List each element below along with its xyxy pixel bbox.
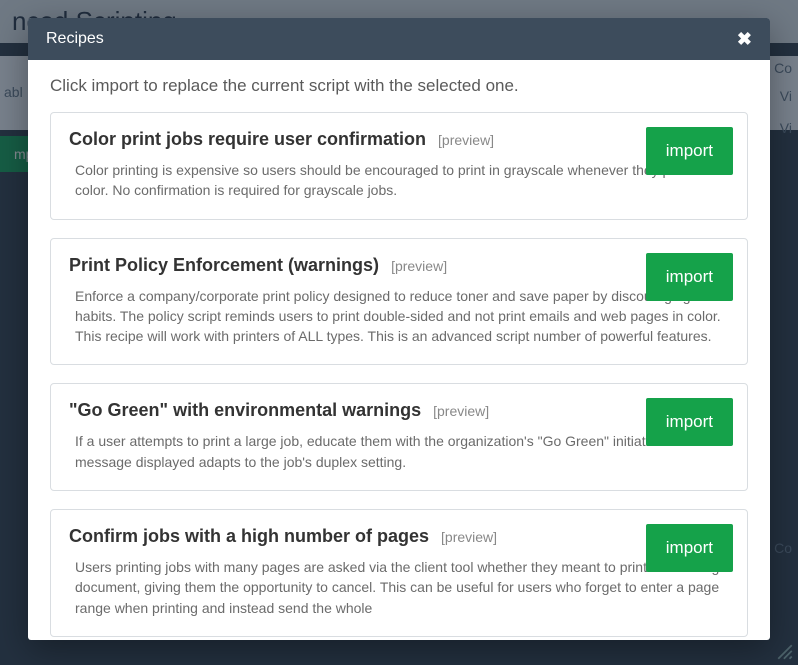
recipe-description: Users printing jobs with many pages are … [69, 557, 729, 618]
modal-body[interactable]: Click import to replace the current scri… [28, 60, 770, 640]
recipe-title: "Go Green" with environmental warnings [69, 400, 421, 421]
modal-body-wrapper: Click import to replace the current scri… [28, 60, 770, 640]
import-button[interactable]: import [646, 253, 733, 301]
recipes-modal: Recipes ✖ Click import to replace the cu… [28, 18, 770, 640]
recipe-title: Print Policy Enforcement (warnings) [69, 255, 379, 276]
preview-link[interactable]: [preview] [438, 132, 494, 148]
close-icon[interactable]: ✖ [737, 30, 752, 48]
recipe-card: import Color print jobs require user con… [50, 112, 748, 220]
import-button[interactable]: import [646, 524, 733, 572]
recipe-card: import "Go Green" with environmental war… [50, 383, 748, 491]
recipe-card: import Print Policy Enforcement (warning… [50, 238, 748, 366]
preview-link[interactable]: [preview] [433, 403, 489, 419]
recipe-card: import Confirm jobs with a high number o… [50, 509, 748, 637]
recipe-description: If a user attempts to print a large job,… [69, 431, 729, 472]
recipe-description: Color printing is expensive so users sho… [69, 160, 729, 201]
recipe-description: Enforce a company/corporate print policy… [69, 286, 729, 347]
modal-title: Recipes [46, 30, 104, 48]
modal-header: Recipes ✖ [28, 18, 770, 60]
import-button[interactable]: import [646, 398, 733, 446]
recipe-title: Confirm jobs with a high number of pages [69, 526, 429, 547]
preview-link[interactable]: [preview] [441, 529, 497, 545]
preview-link[interactable]: [preview] [391, 258, 447, 274]
modal-intro-text: Click import to replace the current scri… [50, 76, 748, 96]
recipe-title: Color print jobs require user confirmati… [69, 129, 426, 150]
import-button[interactable]: import [646, 127, 733, 175]
